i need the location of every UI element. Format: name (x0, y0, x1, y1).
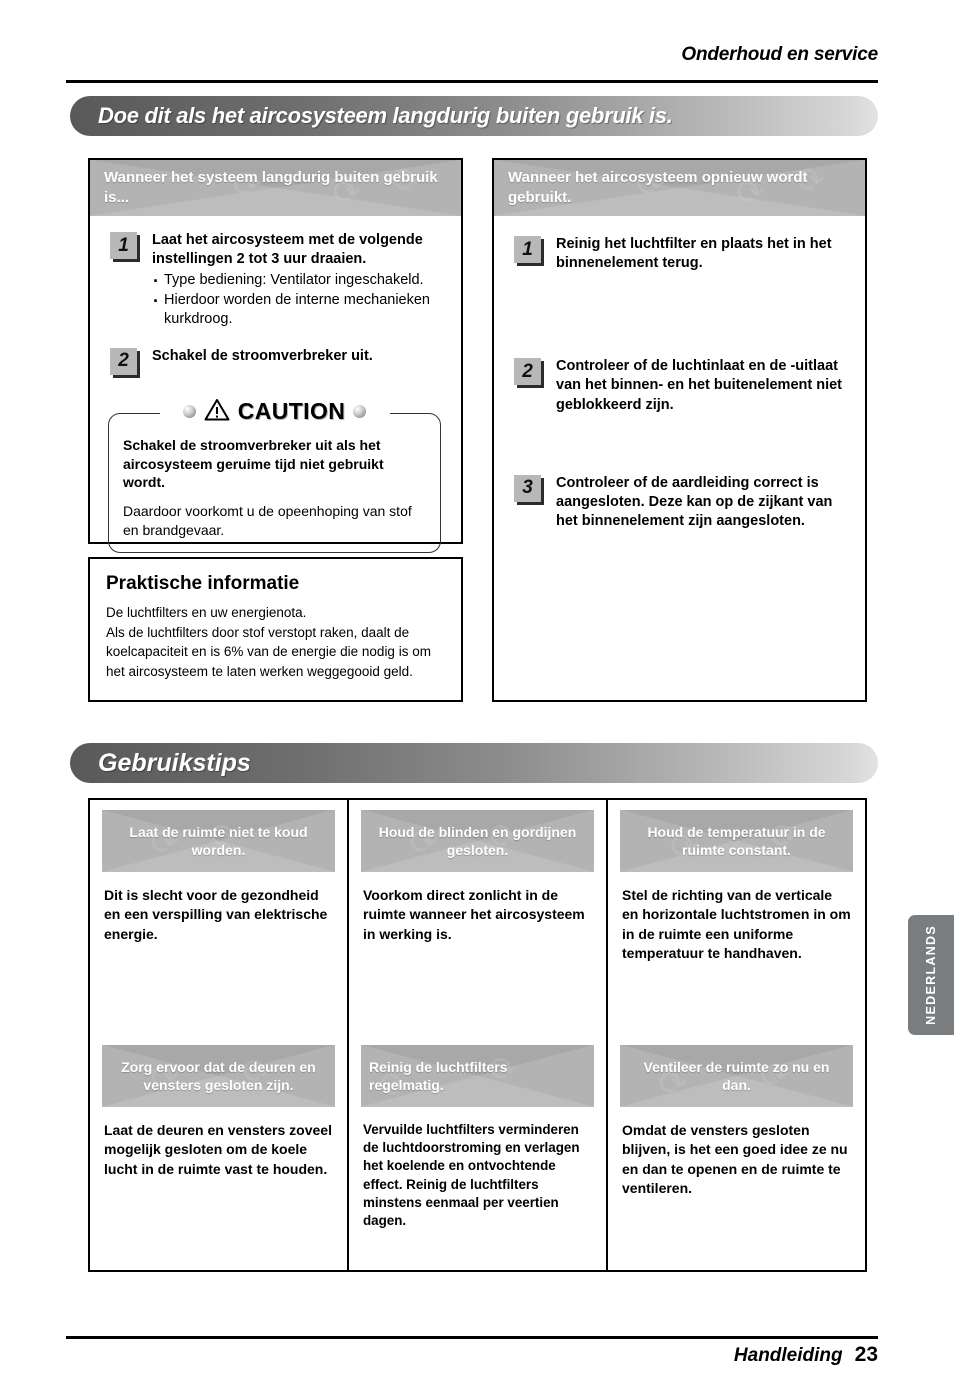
tip-cell: ⟳ ⟳ Reinig de luchtfilters regelmatig. V… (349, 1035, 606, 1270)
step-text-label: Controleer of de luchtinlaat en de -uitl… (556, 358, 842, 413)
step-number-badge: 2 (110, 347, 137, 375)
footer: Handleiding 23 (734, 1343, 878, 1367)
tip-header: ⟳ ⟳ Ventileer de ruimte zo nu en dan. (620, 1045, 853, 1107)
panel-restart-steps: ⟳ ⟳ ⟳ Wanneer het aircosysteem opnieuw w… (492, 158, 867, 702)
caution-title: CAUTION (237, 398, 346, 425)
panel-restart-header: ⟳ ⟳ ⟳ Wanneer het aircosysteem opnieuw w… (494, 160, 865, 216)
panel-practical-info: Praktische informatie De luchtfilters en… (88, 557, 463, 702)
step-bullet: Hierdoor worden de interne mechanieken (152, 289, 445, 313)
tip-cell: ⟳ ⟳ Laat de ruimte niet te koud worden. … (90, 800, 347, 1035)
caution-header: CAUTION (108, 397, 441, 427)
practical-info-line: het aircosysteem te laten werken weggego… (106, 664, 413, 680)
practical-info-line: koelcapaciteit en is 6% van de energie d… (106, 644, 431, 660)
tip-header-label: Laat de ruimte niet te koud worden. (129, 823, 308, 858)
section-bar-tips: Gebruikstips (70, 743, 878, 783)
section-bar-maintenance: Doe dit als het aircosysteem langdurig b… (70, 96, 878, 136)
section-bar-tips-label: Gebruikstips (98, 748, 251, 777)
step-item: 2 Controleer of de luchtinlaat en de -ui… (508, 356, 849, 414)
step-text: Schakel de stroomverbreker uit. (152, 346, 373, 366)
tips-column: ⟳ ⟳ Houd de temperatuur in de ruimte con… (608, 800, 865, 1270)
caution-note-text: Daardoor voorkomt u de opeenhoping van s… (123, 503, 412, 538)
caution-strong-text: Schakel de stroomverbreker uit als het a… (123, 436, 384, 491)
tip-header: ⟳ ⟳ Zorg ervoor dat de deuren en venster… (102, 1045, 335, 1107)
panel-restart-body: 1 Reinig het luchtfilter en plaats het i… (494, 216, 865, 541)
step-text: Reinig het luchtfilter en plaats het in … (556, 234, 849, 273)
tip-header: ⟳ ⟳ Reinig de luchtfilters regelmatig. (361, 1045, 594, 1107)
page: Onderhoud en service Doe dit als het air… (0, 0, 954, 1400)
step-item: 1 Laat het aircosysteem met de volgende … (104, 230, 445, 330)
step-text: Controleer of de luchtinlaat en de -uitl… (556, 356, 849, 414)
tip-header-label: Reinig de luchtfilters regelmatig. (369, 1058, 508, 1093)
language-tab: NEDERLANDS (908, 915, 954, 1035)
panel-shutdown-header: ⟳ ⟳ ⟳ Wanneer het systeem langdurig buit… (90, 160, 461, 216)
tip-cell: ⟳ ⟳ Houd de blinden en gordijnen geslote… (349, 800, 606, 1035)
step-text-label: Reinig het luchtfilter en plaats het in … (556, 236, 832, 272)
tip-cell: ⟳ ⟳ Zorg ervoor dat de deuren en venster… (90, 1035, 347, 1270)
tip-header-label: Houd de blinden en gordijnen gesloten. (378, 823, 577, 858)
step-bullet-list: Type bediening: Ventilator ingeschakeld.… (152, 269, 445, 330)
tip-header: ⟳ ⟳ Laat de ruimte niet te koud worden. (102, 810, 335, 872)
tips-column: ⟳ ⟳ Houd de blinden en gordijnen geslote… (349, 800, 608, 1270)
step-text-label: Laat het aircosysteem met de volgende in… (152, 232, 423, 268)
step-item: 1 Reinig het luchtfilter en plaats het i… (508, 234, 849, 273)
tip-body: Stel de richting van de verticale en hor… (622, 887, 851, 961)
tip-body: Dit is slecht voor de gezondheid en een … (104, 887, 328, 942)
tip-header-label: Houd de temperatuur in de ruimte constan… (647, 823, 826, 858)
step-number-badge: 1 (110, 232, 137, 259)
practical-info-title: Praktische informatie (106, 573, 300, 594)
language-tab-label: NEDERLANDS (924, 925, 938, 1025)
tip-body: Omdat de vensters gesloten blijven, is h… (622, 1122, 848, 1196)
tips-column: ⟳ ⟳ Laat de ruimte niet te koud worden. … (90, 800, 349, 1270)
step-text-label: Schakel de stroomverbreker uit. (152, 347, 373, 364)
step-bullet-continuation: kurkdroog. (164, 311, 233, 328)
panel-shutdown-steps: ⟳ ⟳ ⟳ Wanneer het systeem langdurig buit… (88, 158, 463, 553)
panel-shutdown-body: 1 Laat het aircosysteem met de volgende … (90, 216, 461, 563)
step-item: 3 Controleer of de aardleiding correct i… (508, 473, 849, 531)
caution-box: Schakel de stroomverbreker uit als het a… (108, 412, 441, 553)
practical-info-line: De luchtfilters en uw energienota. (106, 605, 307, 620)
warning-triangle-icon (204, 398, 230, 426)
footer-page-number: 23 (854, 1343, 878, 1366)
panel-restart-header-label: Wanneer het aircosysteem opnieuw wordt g… (508, 169, 808, 206)
tip-body: Vervuilde luchtfilters verminderen de lu… (363, 1122, 580, 1229)
panel-practical-info-body: Praktische informatie De luchtfilters en… (90, 559, 461, 694)
tips-grid: ⟳ ⟳ Laat de ruimte niet te koud worden. … (88, 798, 867, 1272)
practical-info-line: Als de luchtfilters door stof verstopt r… (106, 624, 410, 640)
tip-header-label: Ventileer de ruimte zo nu en dan. (643, 1058, 830, 1093)
footer-divider (66, 1336, 878, 1339)
page-title: Onderhoud en service (681, 44, 878, 65)
caution-block: Schakel de stroomverbreker uit als het a… (108, 397, 441, 553)
step-number-badge: 2 (514, 358, 541, 386)
step-number-badge: 1 (514, 236, 541, 263)
footer-label: Handleiding (733, 1345, 843, 1366)
step-text: Controleer of de aardleiding correct is … (556, 473, 849, 531)
tip-header: ⟳ ⟳ Houd de temperatuur in de ruimte con… (620, 810, 853, 872)
section-bar-maintenance-label: Doe dit als het aircosysteem langdurig b… (98, 103, 673, 128)
tip-header: ⟳ ⟳ Houd de blinden en gordijnen geslote… (361, 810, 594, 872)
step-number-badge: 3 (514, 474, 541, 502)
tip-cell: ⟳ ⟳ Houd de temperatuur in de ruimte con… (608, 800, 865, 1035)
tip-body: Voorkom direct zonlicht in de ruimte wan… (363, 887, 585, 942)
step-text: Laat het aircosysteem met de volgende in… (152, 230, 445, 330)
step-text-label: Controleer of de aardleiding correct is … (556, 474, 833, 529)
tip-body: Laat de deuren en vensters zoveel mogeli… (104, 1122, 332, 1177)
page-header: Onderhoud en service (66, 40, 878, 82)
panel-shutdown-header-label: Wanneer het systeem langdurig buiten geb… (104, 169, 438, 206)
tip-header-label: Zorg ervoor dat de deuren en vensters ge… (121, 1058, 316, 1093)
step-item: 2 Schakel de stroomverbreker uit. (104, 346, 445, 375)
tip-cell: ⟳ ⟳ Ventileer de ruimte zo nu en dan. Om… (608, 1035, 865, 1270)
step-bullet: Type bediening: Ventilator ingeschakeld. (152, 269, 445, 293)
header-divider (66, 80, 878, 83)
